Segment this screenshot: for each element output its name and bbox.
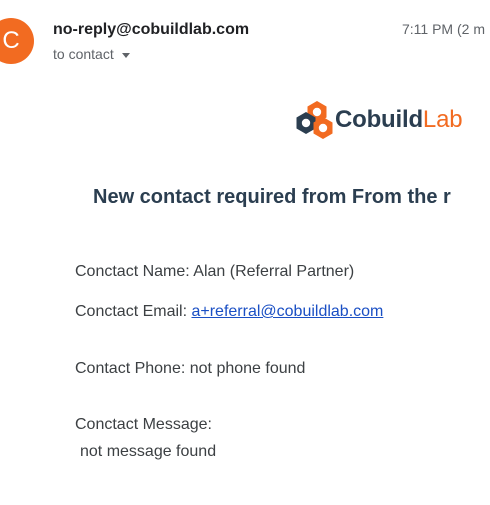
email-heading: New contact required from From the r bbox=[93, 186, 451, 208]
logo-word-cobuild: Cobuild bbox=[335, 106, 423, 133]
contact-name-label: Conctact Name: bbox=[75, 263, 194, 280]
contact-phone-value: not phone found bbox=[189, 360, 306, 377]
avatar-letter: C bbox=[2, 27, 20, 54]
contact-email-link[interactable]: a+referral@cobuildlab.com bbox=[191, 303, 383, 320]
hexagon-logo-icon bbox=[296, 101, 333, 139]
cobuildlab-logo: CobuildLab bbox=[296, 100, 463, 140]
recipient-details-toggle[interactable]: to contact bbox=[53, 46, 130, 62]
caret-down-icon[interactable] bbox=[121, 52, 130, 58]
email-view: C no-reply@cobuildlab.com to contact 7:1… bbox=[0, 0, 490, 505]
contact-message-label: Conctact Message: bbox=[75, 416, 212, 433]
contact-name-row: Conctact Name: Alan (Referral Partner) bbox=[75, 263, 354, 281]
contact-email-label: Conctact Email: bbox=[75, 303, 192, 320]
sender-address[interactable]: no-reply@cobuildlab.com bbox=[53, 21, 249, 39]
logo-word-lab: Lab bbox=[422, 106, 463, 133]
contact-email-row: Conctact Email: a+referral@cobuildlab.co… bbox=[75, 303, 383, 321]
contact-name-value: Alan (Referral Partner) bbox=[193, 263, 355, 280]
email-timestamp: 7:11 PM (2 m bbox=[402, 21, 485, 37]
sender-avatar[interactable]: C bbox=[0, 18, 34, 64]
contact-phone-row: Contact Phone: not phone found bbox=[75, 360, 305, 378]
logo-wordmark: CobuildLab bbox=[335, 106, 463, 134]
recipient-label: to contact bbox=[53, 46, 114, 62]
contact-message-value: not message found bbox=[80, 443, 217, 460]
contact-phone-label: Contact Phone: bbox=[75, 360, 190, 377]
